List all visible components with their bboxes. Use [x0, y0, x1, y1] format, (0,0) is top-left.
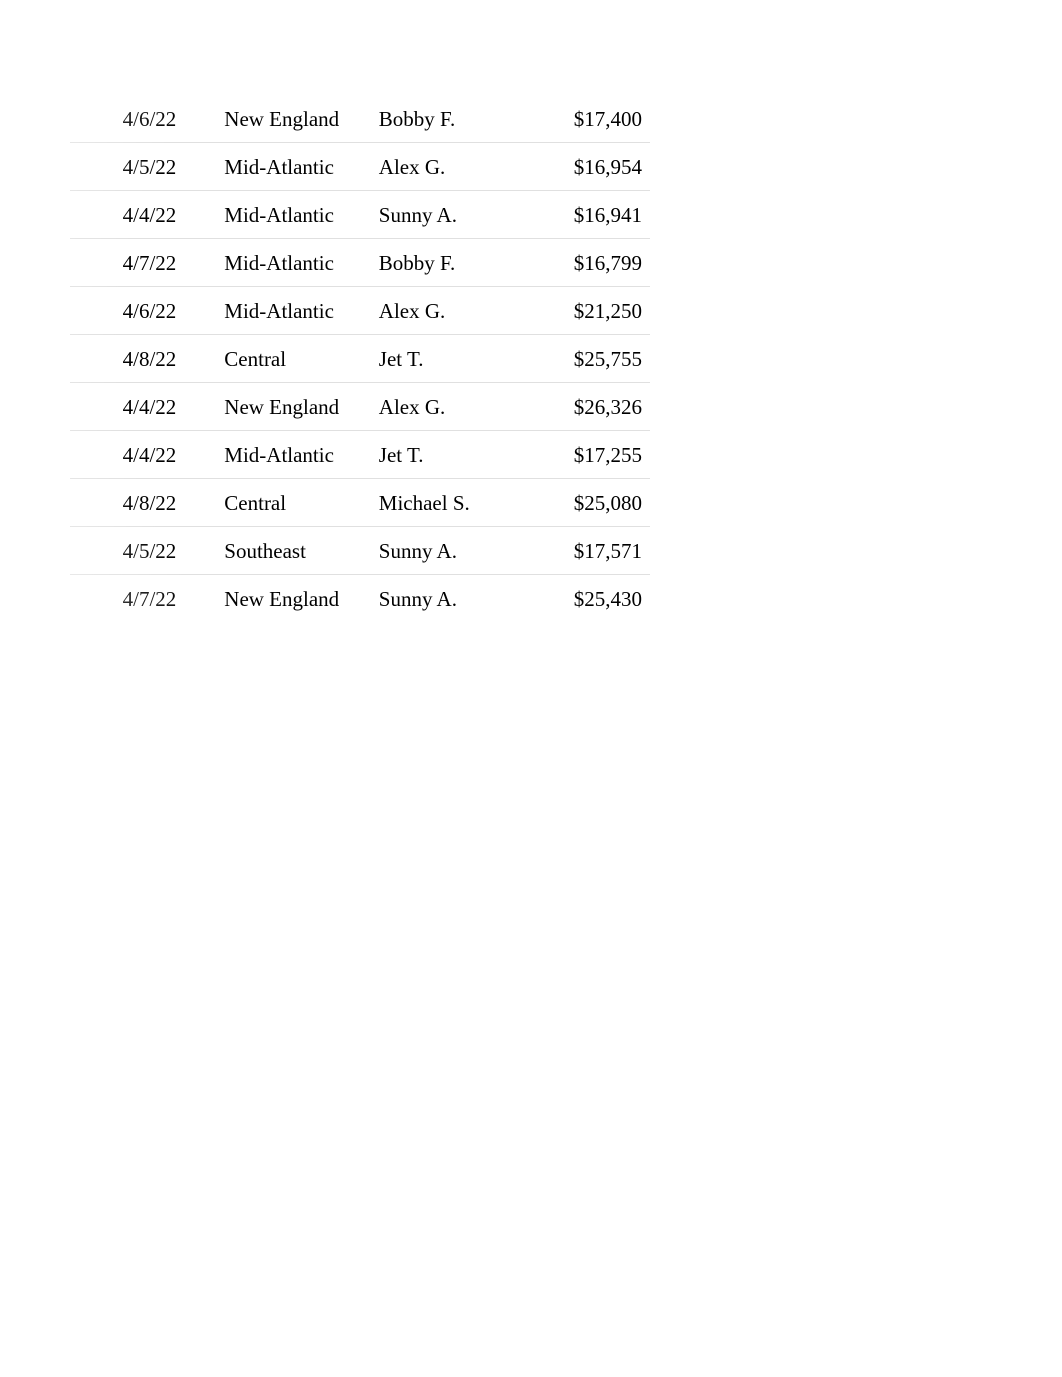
cell-date: 4/7/22: [70, 239, 216, 287]
cell-date: 4/4/22: [70, 431, 216, 479]
cell-amount: $25,080: [517, 479, 650, 527]
cell-date: 4/6/22: [70, 95, 216, 143]
cell-person: Sunny A.: [371, 575, 518, 623]
cell-person: Alex G.: [371, 287, 518, 335]
cell-region: Mid-Atlantic: [216, 143, 371, 191]
cell-region: Central: [216, 335, 371, 383]
cell-amount: $16,799: [517, 239, 650, 287]
table-row: 4/4/22 New England Alex G. $26,326: [70, 383, 650, 431]
data-table-body: 4/6/22 New England Bobby F. $17,400 4/5/…: [70, 95, 650, 622]
cell-region: New England: [216, 383, 371, 431]
cell-amount: $26,326: [517, 383, 650, 431]
cell-date: 4/8/22: [70, 335, 216, 383]
cell-amount: $17,255: [517, 431, 650, 479]
cell-person: Jet T.: [371, 431, 518, 479]
table-row: 4/7/22 Mid-Atlantic Bobby F. $16,799: [70, 239, 650, 287]
cell-amount: $25,755: [517, 335, 650, 383]
table-row: 4/4/22 Mid-Atlantic Sunny A. $16,941: [70, 191, 650, 239]
cell-region: Mid-Atlantic: [216, 239, 371, 287]
cell-date: 4/4/22: [70, 191, 216, 239]
cell-date: 4/4/22: [70, 383, 216, 431]
cell-person: Sunny A.: [371, 527, 518, 575]
cell-amount: $16,954: [517, 143, 650, 191]
table-row: 4/7/22 New England Sunny A. $25,430: [70, 575, 650, 623]
cell-amount: $25,430: [517, 575, 650, 623]
cell-person: Bobby F.: [371, 239, 518, 287]
table-row: 4/6/22 Mid-Atlantic Alex G. $21,250: [70, 287, 650, 335]
cell-region: Central: [216, 479, 371, 527]
cell-date: 4/5/22: [70, 527, 216, 575]
cell-region: Mid-Atlantic: [216, 191, 371, 239]
table-row: 4/8/22 Central Jet T. $25,755: [70, 335, 650, 383]
cell-date: 4/7/22: [70, 575, 216, 623]
cell-person: Alex G.: [371, 143, 518, 191]
table-row: 4/5/22 Southeast Sunny A. $17,571: [70, 527, 650, 575]
data-table: 4/6/22 New England Bobby F. $17,400 4/5/…: [70, 95, 650, 622]
data-table-container: 4/6/22 New England Bobby F. $17,400 4/5/…: [70, 95, 650, 622]
cell-region: Southeast: [216, 527, 371, 575]
cell-date: 4/6/22: [70, 287, 216, 335]
cell-region: Mid-Atlantic: [216, 287, 371, 335]
cell-amount: $17,400: [517, 95, 650, 143]
cell-date: 4/5/22: [70, 143, 216, 191]
cell-amount: $17,571: [517, 527, 650, 575]
cell-region: New England: [216, 575, 371, 623]
cell-date: 4/8/22: [70, 479, 216, 527]
table-row: 4/6/22 New England Bobby F. $17,400: [70, 95, 650, 143]
cell-person: Bobby F.: [371, 95, 518, 143]
table-row: 4/8/22 Central Michael S. $25,080: [70, 479, 650, 527]
cell-person: Sunny A.: [371, 191, 518, 239]
cell-amount: $16,941: [517, 191, 650, 239]
table-row: 4/5/22 Mid-Atlantic Alex G. $16,954: [70, 143, 650, 191]
cell-amount: $21,250: [517, 287, 650, 335]
cell-region: Mid-Atlantic: [216, 431, 371, 479]
table-row: 4/4/22 Mid-Atlantic Jet T. $17,255: [70, 431, 650, 479]
cell-person: Michael S.: [371, 479, 518, 527]
cell-region: New England: [216, 95, 371, 143]
cell-person: Jet T.: [371, 335, 518, 383]
cell-person: Alex G.: [371, 383, 518, 431]
